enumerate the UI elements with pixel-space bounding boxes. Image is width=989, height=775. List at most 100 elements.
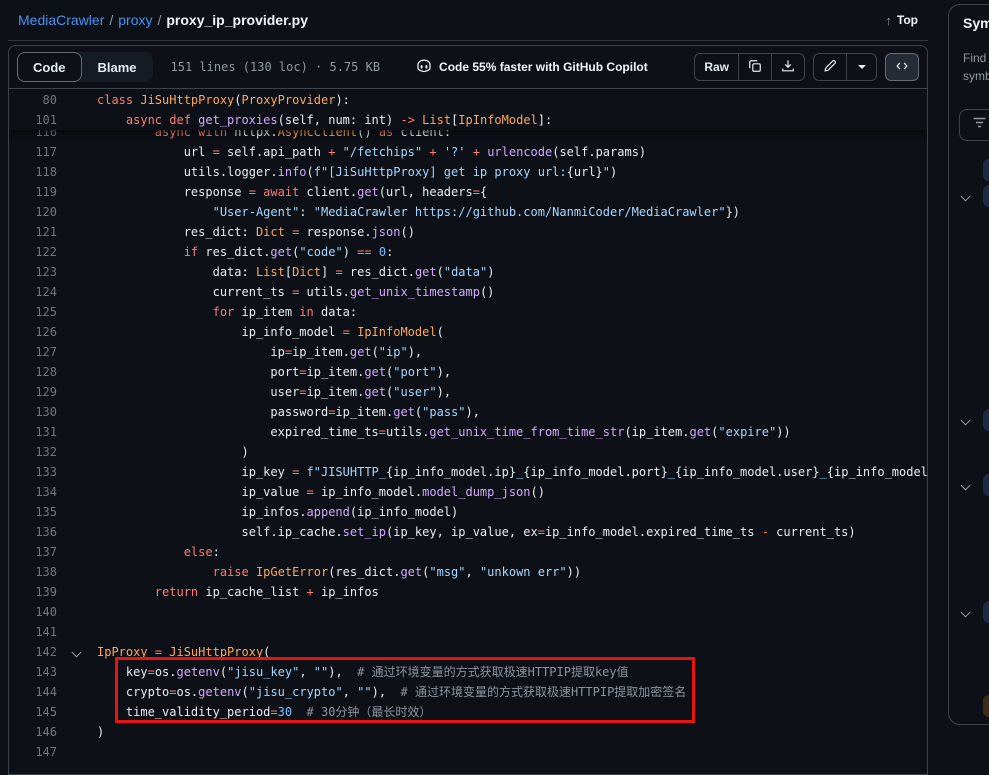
symbol-item[interactable] bbox=[983, 409, 989, 431]
symbol-item[interactable] bbox=[983, 159, 989, 181]
code-area: 116 async with httpx.AsyncClient() as cl… bbox=[9, 90, 927, 775]
symbol-row-5 bbox=[949, 695, 989, 719]
copilot-banner[interactable]: Code 55% faster with GitHub Copilot bbox=[416, 58, 648, 77]
tab-code[interactable]: Code bbox=[17, 52, 82, 82]
code-text: password=ip_item.get("pass"), bbox=[97, 402, 480, 422]
pencil-icon bbox=[823, 59, 837, 76]
copilot-icon bbox=[416, 58, 432, 77]
line-number[interactable]: 101 bbox=[9, 110, 57, 130]
code-text: response = await client.get(url, headers… bbox=[97, 182, 487, 202]
chevron-down-icon[interactable] bbox=[961, 608, 971, 618]
code-line-127: 127 ip=ip_item.get("ip"), bbox=[9, 342, 927, 362]
symbols-filter-input[interactable] bbox=[959, 109, 989, 141]
chevron-down-icon[interactable] bbox=[961, 481, 971, 491]
code-line-129: 129 user=ip_item.get("user"), bbox=[9, 382, 927, 402]
copy-icon bbox=[748, 59, 762, 76]
line-number[interactable]: 139 bbox=[9, 582, 57, 602]
copy-button[interactable] bbox=[739, 53, 772, 81]
code-text: raise IpGetError(res_dict.get("msg", "un… bbox=[97, 562, 581, 582]
symbols-panel-toggle-button[interactable] bbox=[885, 53, 919, 81]
line-number[interactable]: 141 bbox=[9, 622, 57, 642]
breadcrumb-folder-link[interactable]: proxy bbox=[118, 12, 152, 28]
file-info: 151 lines (130 loc) · 5.75 KB bbox=[171, 60, 381, 74]
line-number[interactable]: 121 bbox=[9, 222, 57, 242]
edit-dropdown-button[interactable] bbox=[847, 53, 877, 81]
line-number[interactable]: 136 bbox=[9, 522, 57, 542]
breadcrumb-file-name: proxy_ip_provider.py bbox=[166, 12, 308, 28]
code-line-125: 125 for ip_item in data: bbox=[9, 302, 927, 322]
code-text: port=ip_item.get("port"), bbox=[97, 362, 451, 382]
download-button[interactable] bbox=[772, 53, 805, 81]
edit-button[interactable] bbox=[813, 53, 847, 81]
line-number[interactable]: 130 bbox=[9, 402, 57, 422]
line-number[interactable]: 129 bbox=[9, 382, 57, 402]
symbol-item[interactable] bbox=[983, 474, 989, 496]
breadcrumb: MediaCrawler/proxy/proxy_ip_provider.py … bbox=[8, 0, 928, 41]
code-text: user=ip_item.get("user"), bbox=[97, 382, 451, 402]
code-line-133: 133 ip_key = f"JISUHTTP_{ip_info_model.i… bbox=[9, 462, 927, 482]
line-number[interactable]: 143 bbox=[9, 662, 57, 682]
symbol-row-1 bbox=[949, 185, 989, 209]
line-number[interactable]: 120 bbox=[9, 202, 57, 222]
code-line-120: 120 "User-Agent": "MediaCrawler https://… bbox=[9, 202, 927, 222]
code-text: ip_value = ip_info_model.model_dump_json… bbox=[97, 482, 545, 502]
code-line-134: 134 ip_value = ip_info_model.model_dump_… bbox=[9, 482, 927, 502]
code-line-141: 141 bbox=[9, 622, 927, 642]
collapse-chevron-icon[interactable] bbox=[72, 648, 82, 658]
code-line-126: 126 ip_info_model = IpInfoModel( bbox=[9, 322, 927, 342]
line-number[interactable]: 131 bbox=[9, 422, 57, 442]
line-number[interactable]: 147 bbox=[9, 742, 57, 762]
code-line-117: 117 url = self.api_path + "/fetchips" + … bbox=[9, 142, 927, 162]
symbol-row-2 bbox=[949, 409, 989, 433]
line-number[interactable]: 127 bbox=[9, 342, 57, 362]
code-line-146: 146) bbox=[9, 722, 927, 742]
line-number[interactable]: 145 bbox=[9, 702, 57, 722]
line-number[interactable]: 122 bbox=[9, 242, 57, 262]
code-text: data: List[Dict] = res_dict.get("data") bbox=[97, 262, 494, 282]
line-number[interactable]: 80 bbox=[9, 90, 57, 110]
back-to-top-label: Top bbox=[897, 13, 918, 27]
line-number[interactable]: 134 bbox=[9, 482, 57, 502]
line-number[interactable]: 142 bbox=[9, 642, 57, 662]
code-blame-switcher: Code Blame bbox=[17, 52, 153, 82]
code-line-144: 144 crypto=os.getenv("jisu_crypto", ""),… bbox=[9, 682, 927, 702]
code-line-138: 138 raise IpGetError(res_dict.get("msg",… bbox=[9, 562, 927, 582]
code-text: ) bbox=[97, 722, 104, 742]
line-number[interactable]: 140 bbox=[9, 602, 57, 622]
tab-blame[interactable]: Blame bbox=[82, 52, 153, 82]
line-number[interactable]: 137 bbox=[9, 542, 57, 562]
symbol-item[interactable] bbox=[983, 185, 989, 207]
raw-button[interactable]: Raw bbox=[694, 53, 739, 81]
breadcrumb-repo-link[interactable]: MediaCrawler bbox=[18, 12, 104, 28]
line-number[interactable]: 118 bbox=[9, 162, 57, 182]
line-number[interactable]: 132 bbox=[9, 442, 57, 462]
download-icon bbox=[781, 59, 795, 76]
code-line-123: 123 data: List[Dict] = res_dict.get("dat… bbox=[9, 262, 927, 282]
code-line-137: 137 else: bbox=[9, 542, 927, 562]
code-text: ip_key = f"JISUHTTP_{ip_info_model.ip}_{… bbox=[97, 462, 927, 482]
symbol-item[interactable] bbox=[983, 695, 989, 717]
chevron-down-icon[interactable] bbox=[961, 192, 971, 202]
chevron-down-icon[interactable] bbox=[961, 416, 971, 426]
line-number[interactable]: 117 bbox=[9, 142, 57, 162]
code-line-132: 132 ) bbox=[9, 442, 927, 462]
line-number[interactable]: 135 bbox=[9, 502, 57, 522]
line-number[interactable]: 125 bbox=[9, 302, 57, 322]
line-number[interactable]: 123 bbox=[9, 262, 57, 282]
code-line-136: 136 self.ip_cache.set_ip(ip_key, ip_valu… bbox=[9, 522, 927, 542]
code-line-139: 139 return ip_cache_list + ip_infos bbox=[9, 582, 927, 602]
line-number[interactable]: 119 bbox=[9, 182, 57, 202]
line-number[interactable]: 144 bbox=[9, 682, 57, 702]
line-number[interactable]: 138 bbox=[9, 562, 57, 582]
line-number[interactable]: 126 bbox=[9, 322, 57, 342]
line-number[interactable]: 133 bbox=[9, 462, 57, 482]
file-view-container: Code Blame 151 lines (130 loc) · 5.75 KB… bbox=[8, 45, 928, 775]
back-to-top-link[interactable]: ↑ Top bbox=[885, 13, 918, 28]
code-line-140: 140 bbox=[9, 602, 927, 622]
line-number[interactable]: 146 bbox=[9, 722, 57, 742]
code-text: ) bbox=[97, 442, 249, 462]
line-number[interactable]: 128 bbox=[9, 362, 57, 382]
line-number[interactable]: 124 bbox=[9, 282, 57, 302]
code-text: ip_info_model = IpInfoModel( bbox=[97, 322, 444, 342]
symbol-item[interactable] bbox=[983, 601, 989, 623]
